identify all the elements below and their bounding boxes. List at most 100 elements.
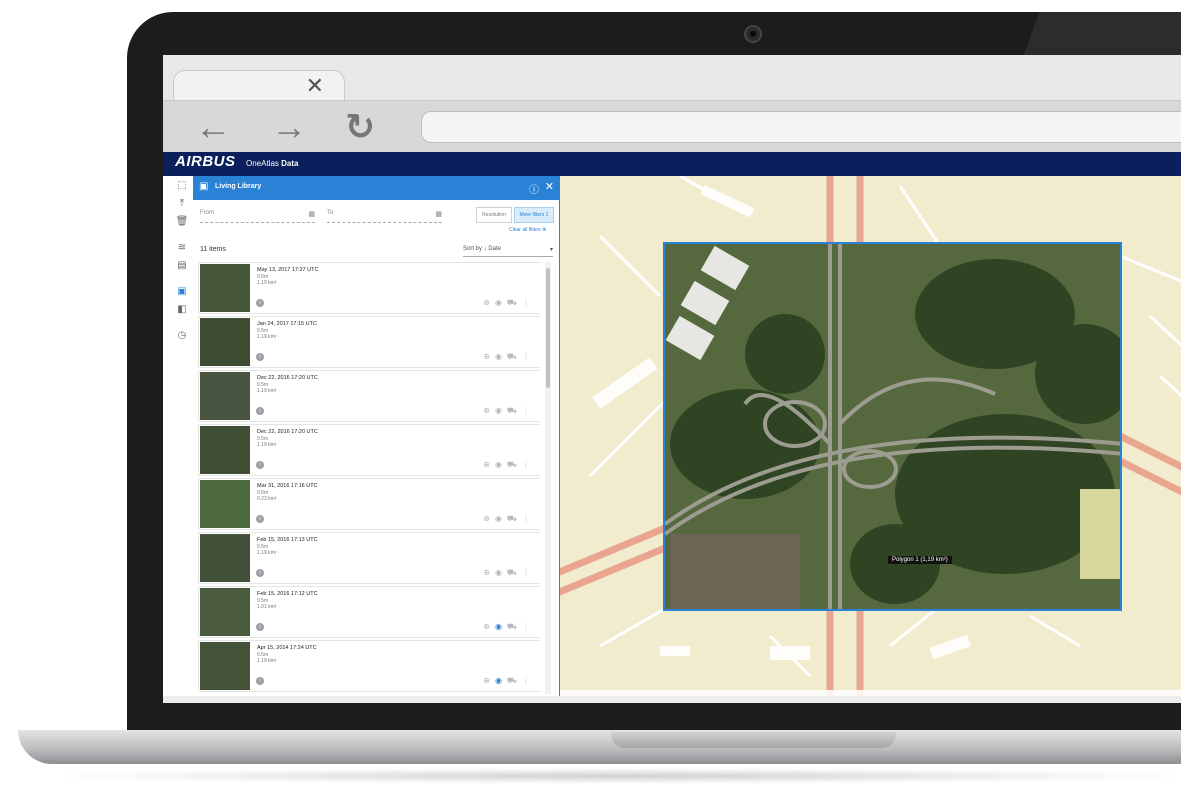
cart-icon[interactable]: ⛟ [507, 622, 522, 631]
image-thumbnail[interactable] [200, 426, 250, 474]
library-icon: ▣ [199, 181, 209, 192]
result-card[interactable]: Feb 15, 2016 17:13 UTC 0.5m 1.19 km² i ⊕◉⛟⋮ [198, 532, 540, 584]
more-options-icon[interactable]: ⋮ [522, 676, 535, 685]
info-icon[interactable]: i [256, 461, 264, 469]
delete-icon[interactable]: 🗑 [175, 216, 189, 228]
preview-eye-icon[interactable]: ◉ [495, 622, 507, 631]
result-card[interactable]: May 13, 2017 17:27 UTC 0.5m 1.19 km² i ⊕◉⛟⋮ [198, 262, 540, 314]
airbus-logo[interactable]: AIRBUS [175, 153, 236, 170]
image-thumbnail[interactable] [200, 588, 250, 636]
image-metadata: 0.5m 1.19 km² [257, 544, 276, 556]
cart-icon[interactable]: ⛟ [507, 568, 522, 577]
zoom-to-icon[interactable]: ⊕ [483, 460, 495, 469]
folder-icon[interactable]: ▤ [175, 260, 189, 272]
draw-rectangle-icon[interactable]: ⬚ [175, 180, 189, 192]
info-icon[interactable]: i [256, 407, 264, 415]
preview-eye-icon[interactable]: ◉ [495, 460, 507, 469]
laptop-notch [611, 732, 896, 748]
cart-icon[interactable]: ⛟ [507, 514, 522, 523]
image-metadata: 0.5m 1.19 km² [257, 328, 276, 340]
browser-chrome: ✕ ← → ↻ [163, 55, 1181, 153]
clear-filters-label: Clear all filters [509, 227, 541, 233]
card-actions: ⊕◉⛟⋮ [483, 514, 535, 524]
more-options-icon[interactable]: ⋮ [522, 406, 535, 415]
info-icon[interactable]: i [256, 299, 264, 307]
image-thumbnail[interactable] [200, 642, 250, 690]
info-icon[interactable]: i [256, 353, 264, 361]
more-filters-button[interactable]: More filters 1 [514, 207, 554, 223]
solar-panels [1080, 489, 1120, 579]
preview-eye-icon[interactable]: ◉ [495, 406, 507, 415]
info-icon[interactable]: i [256, 569, 264, 577]
zoom-to-icon[interactable]: ⊕ [483, 406, 495, 415]
sort-select[interactable]: Sort by ↓ Date ▾ [463, 246, 553, 257]
more-options-icon[interactable]: ⋮ [522, 298, 535, 307]
info-icon[interactable]: i [256, 677, 264, 685]
result-card[interactable]: Apr 15, 2014 17:24 UTC 0.5m 1.19 km² i ⊕◉⛟⋮ [198, 640, 540, 692]
zoom-to-icon[interactable]: ⊕ [483, 568, 495, 577]
resolution-button[interactable]: Resolution [476, 207, 512, 223]
info-icon[interactable]: i [256, 623, 264, 631]
zoom-to-icon[interactable]: ⊕ [483, 676, 495, 685]
more-options-icon[interactable]: ⋮ [522, 460, 535, 469]
preview-eye-icon[interactable]: ◉ [495, 298, 507, 307]
close-icon[interactable]: ✕ [306, 73, 324, 99]
preview-eye-icon[interactable]: ◉ [495, 352, 507, 361]
preview-eye-icon[interactable]: ◉ [495, 514, 507, 523]
back-arrow-icon[interactable]: ← [195, 107, 231, 147]
result-card[interactable]: Feb 15, 2016 17:12 UTC 0.5m 1.01 km² i ⊕◉⛟⋮ [198, 586, 540, 638]
from-date-input[interactable]: From ▦ [200, 210, 315, 223]
result-card[interactable]: Dec 22, 2016 17:20 UTC 0.5m 1.19 km² i ⊕◉⛟⋮ [198, 370, 540, 422]
more-options-icon[interactable]: ⋮ [522, 352, 535, 361]
image-thumbnail[interactable] [200, 264, 250, 312]
cart-icon[interactable]: ⛟ [507, 298, 522, 307]
calendar-icon[interactable]: ▦ [308, 210, 315, 218]
forward-arrow-icon[interactable]: → [271, 107, 307, 147]
clear-filters-link[interactable]: Clear all filters ⊗ [509, 227, 546, 233]
library-icon[interactable]: ▣ [175, 286, 189, 298]
image-thumbnail[interactable] [200, 480, 250, 528]
zoom-to-icon[interactable]: ⊕ [483, 298, 495, 307]
calendar-icon[interactable]: ▦ [435, 210, 442, 218]
address-bar[interactable] [421, 111, 1181, 143]
image-metadata: 0.5m 1.19 km² [257, 274, 276, 286]
to-placeholder: To [327, 210, 334, 216]
layers-icon[interactable]: ≋ [175, 242, 189, 254]
image-thumbnail[interactable] [200, 318, 250, 366]
preview-eye-icon[interactable]: ◉ [495, 676, 507, 685]
acquisition-date: Feb 15, 2016 17:12 UTC [257, 591, 318, 597]
browser-toolbar: ← → ↻ [163, 100, 1181, 153]
zoom-to-icon[interactable]: ⊕ [483, 352, 495, 361]
info-icon[interactable]: i [256, 515, 264, 523]
info-icon[interactable]: ⓘ [529, 181, 539, 196]
living-library-panel: ▣ Living Library ⓘ ✕ From ▦ To ▦ Resolut… [193, 176, 561, 696]
cart-icon[interactable]: ⛟ [507, 460, 522, 469]
cart-icon[interactable]: ⛟ [507, 406, 522, 415]
more-options-icon[interactable]: ⋮ [522, 568, 535, 577]
acquisition-date: Dec 22, 2016 17:20 UTC [257, 375, 318, 381]
result-card[interactable]: Jan 24, 2017 17:15 UTC 0.5m 1.19 km² i ⊕◉⛟⋮ [198, 316, 540, 368]
result-card[interactable]: Mar 31, 2016 17:16 UTC 0.5m 0.23 km² i ⊕◉⛟⋮ [198, 478, 540, 530]
image-thumbnail[interactable] [200, 372, 250, 420]
image-thumbnail[interactable] [200, 534, 250, 582]
area-value: 1.01 km² [257, 604, 277, 610]
area-value: 1.19 km² [257, 658, 277, 664]
cart-icon[interactable]: ⛟ [507, 352, 522, 361]
history-icon[interactable]: ◷ [175, 330, 189, 342]
browser-tab[interactable]: ✕ [173, 70, 345, 101]
zoom-to-icon[interactable]: ⊕ [483, 514, 495, 523]
scrollbar-thumb[interactable] [546, 268, 550, 388]
reload-icon[interactable]: ↻ [345, 107, 375, 147]
more-options-icon[interactable]: ⋮ [522, 514, 535, 523]
map-view[interactable] [560, 176, 1181, 696]
close-icon[interactable]: ✕ [545, 180, 554, 193]
compare-icon[interactable]: ◧ [175, 304, 189, 316]
to-date-input[interactable]: To ▦ [327, 210, 442, 223]
result-card[interactable]: Dec 22, 2016 17:20 UTC 0.5m 1.19 km² i ⊕◉⛟⋮ [198, 424, 540, 476]
preview-eye-icon[interactable]: ◉ [495, 568, 507, 577]
upload-icon[interactable]: ⤒ [175, 198, 189, 210]
cart-icon[interactable]: ⛟ [507, 676, 522, 685]
panel-header: ▣ Living Library ⓘ ✕ [193, 176, 559, 200]
more-options-icon[interactable]: ⋮ [522, 622, 535, 631]
zoom-to-icon[interactable]: ⊕ [483, 622, 495, 631]
